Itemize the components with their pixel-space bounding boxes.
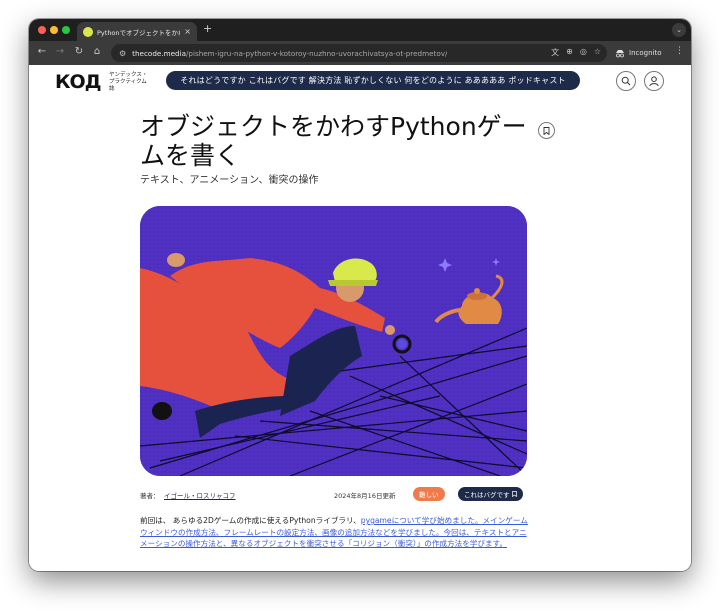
zoom-icon[interactable]: ⊕ [566,47,573,58]
author-label: 著者： [140,492,160,500]
browser-toolbar: ← → ↻ ⌂ ⚙ thecode.media/pishem-igru-na-p… [29,41,691,65]
bookmark-button[interactable] [538,122,555,139]
reload-button[interactable]: ↻ [72,46,86,57]
tab-close-icon[interactable]: × [184,27,191,36]
hero-illustration [140,206,527,476]
site-header: КОД ヤンデックス・プラクティクム 誌 それはどうですか これはバグです 解決… [29,65,691,99]
search-icon [621,76,631,86]
site-info-icon[interactable]: ⚙ [119,49,126,58]
difficulty-badge[interactable]: 難しい [413,487,445,501]
zoom-window-button[interactable] [62,26,70,34]
incognito-icon [616,50,624,58]
browser-window: Pythonでオブジェクトをかわす × + ⌄ ← → ↻ ⌂ ⚙ thecod… [29,19,691,571]
tab-active[interactable]: Pythonでオブジェクトをかわす × [77,22,197,41]
article-subtitle: テキスト、アニメーション、衝突の操作 [140,175,319,186]
incognito-indicator[interactable]: Incognito [615,46,661,60]
hero-artwork [140,206,527,476]
home-button[interactable]: ⌂ [90,46,104,57]
category-badge-label: これはバグです [464,491,510,499]
browser-menu-icon[interactable]: ⋮ [675,46,684,56]
close-window-button[interactable] [38,26,46,34]
author-link[interactable]: イゴール・ロスリャコフ [164,490,236,500]
url-text[interactable]: thecode.media/pishem-igru-na-python-v-ko… [132,49,447,58]
new-tab-button[interactable]: + [203,22,212,35]
favicon-icon [83,26,93,37]
incognito-label: Incognito [629,49,662,57]
intro-text: 前回は、 あらゆる2Dゲームの作成に使えるPythonライブラリ、 [140,516,361,525]
publish-date: 2024年8月16日更新 [334,492,396,500]
tracking-protection-icon[interactable]: ◎ [580,47,587,58]
tab-strip: Pythonでオブジェクトをかわす × + ⌄ [29,19,691,41]
translate-icon[interactable]: 文 [551,47,559,58]
article-intro: 前回は、 あらゆる2Dゲームの作成に使えるPythonライブラリ、pygameに… [140,515,530,550]
omnibox-actions: 文 ⊕ ◎ ☆ [551,47,601,58]
bookmark-icon [543,126,550,135]
article-meta: 著者： イゴール・ロスリャコフ 2024年8月16日更新 難しい これはバグです [140,487,530,503]
web-page: КОД ヤンデックス・プラクティクム 誌 それはどうですか これはバグです 解決… [29,65,691,571]
address-bar[interactable]: ⚙ thecode.media/pishem-igru-na-python-v-… [111,44,607,62]
search-button[interactable] [616,71,636,91]
forward-button[interactable]: → [53,46,67,57]
tab-search-button[interactable]: ⌄ [672,23,686,37]
profile-button[interactable] [644,71,664,91]
minimize-window-button[interactable] [50,26,58,34]
site-logo[interactable]: КОД [55,71,102,93]
category-badge[interactable]: これはバグです [458,487,523,501]
back-button[interactable]: ← [35,46,49,57]
tab-title: Pythonでオブジェクトをかわす [97,28,180,37]
topics-nav[interactable]: それはどうですか これはバグです 解決方法 恥ずかしくない 何をどのように ああ… [166,71,580,90]
bookmark-star-icon[interactable]: ☆ [594,47,601,58]
article-title: オブジェクトをかわすPythonゲームを書く [140,112,527,170]
user-icon [649,76,659,87]
bookmark-icon [511,491,517,497]
logo-subtitle: ヤンデックス・プラクティクム 誌 [109,72,148,92]
